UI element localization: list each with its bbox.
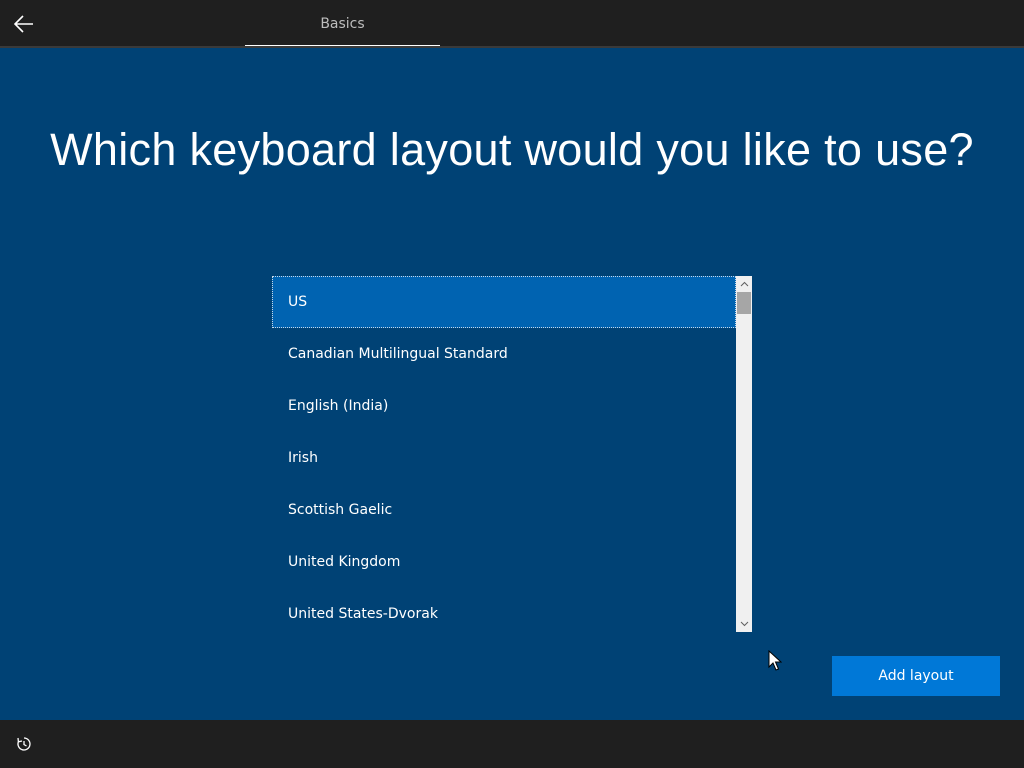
scrollbar-thumb[interactable]	[737, 292, 751, 314]
list-item-label: US	[288, 294, 308, 310]
ease-of-access-icon	[17, 737, 31, 751]
main-panel: Which keyboard layout would you like to …	[0, 48, 1024, 720]
page-title: Which keyboard layout would you like to …	[50, 124, 974, 175]
list-item-irish[interactable]: Irish	[272, 432, 736, 484]
top-bar: Basics	[0, 0, 1024, 48]
list-item-united-states-dvorak[interactable]: United States-Dvorak	[272, 588, 736, 632]
list-item-label: Scottish Gaelic	[288, 502, 393, 518]
list-item-label: United States-Dvorak	[288, 606, 438, 622]
list-item-scottish-gaelic[interactable]: Scottish Gaelic	[272, 484, 736, 536]
add-layout-button[interactable]: Add layout	[832, 656, 1000, 696]
list-item-united-kingdom[interactable]: United Kingdom	[272, 536, 736, 588]
list-item-label: United Kingdom	[288, 554, 401, 570]
list-scrollbar[interactable]	[736, 276, 752, 632]
arrow-left-icon	[14, 15, 33, 33]
tab-basics-label: Basics	[320, 16, 365, 32]
list-item-canadian-multilingual[interactable]: Canadian Multilingual Standard	[272, 328, 736, 380]
keyboard-layout-list[interactable]: US Canadian Multilingual Standard Englis…	[272, 276, 752, 632]
mouse-pointer-icon	[768, 650, 782, 671]
tab-basics[interactable]: Basics	[245, 0, 440, 48]
list-item-label: Canadian Multilingual Standard	[288, 346, 508, 362]
chevron-down-icon	[740, 621, 748, 627]
accessibility-button[interactable]	[10, 730, 38, 758]
add-layout-label: Add layout	[878, 668, 954, 684]
scroll-down-button[interactable]	[736, 616, 752, 632]
list-item-label: English (India)	[288, 398, 389, 414]
back-button[interactable]	[6, 6, 42, 42]
list-item-english-india[interactable]: English (India)	[272, 380, 736, 432]
scroll-up-button[interactable]	[736, 276, 752, 292]
list-item-us[interactable]: US	[272, 276, 736, 328]
chevron-up-icon	[740, 281, 748, 287]
bottom-bar	[0, 720, 1024, 768]
list-item-label: Irish	[288, 450, 318, 466]
